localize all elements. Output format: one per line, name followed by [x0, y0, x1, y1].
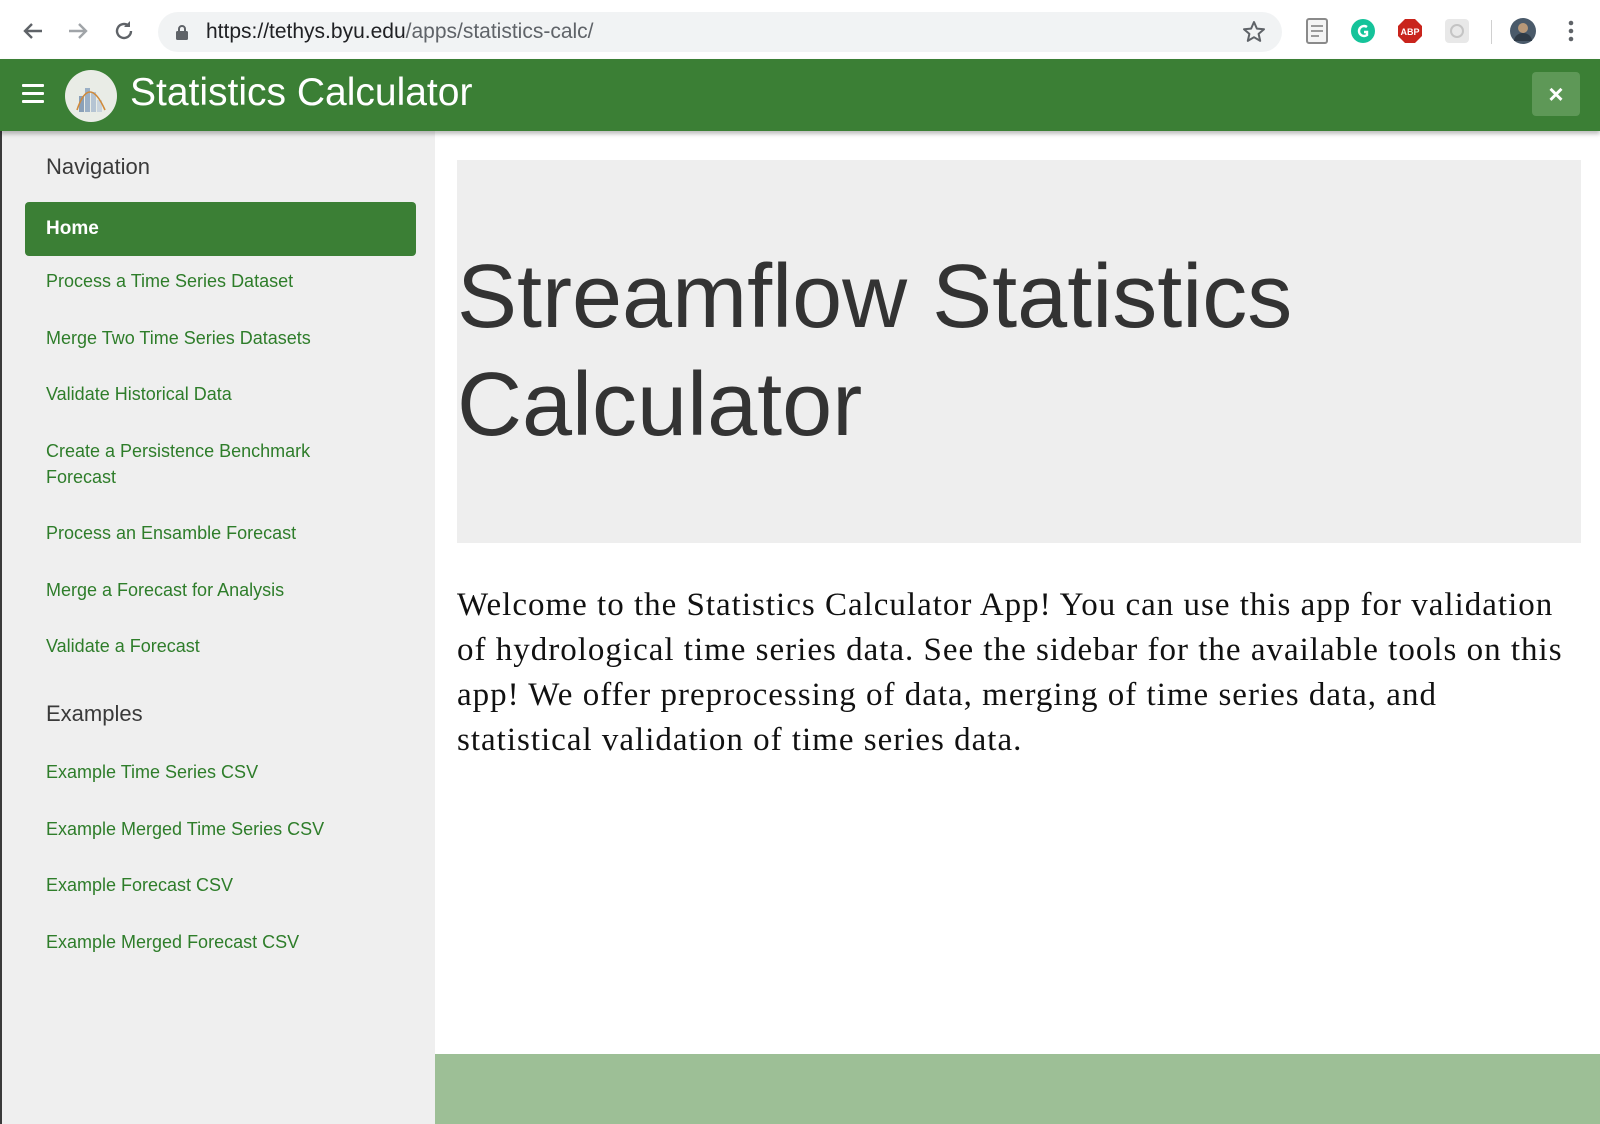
example-forecast-link[interactable]: Example Forecast CSV — [46, 872, 376, 898]
hamburger-menu-icon[interactable] — [22, 84, 44, 106]
bookmark-star-icon[interactable] — [1242, 20, 1266, 49]
sidebar-item-validate-forecast[interactable]: Validate a Forecast — [46, 633, 376, 659]
back-icon[interactable] — [20, 18, 46, 44]
jumbotron: Streamflow Statistics Calculator — [457, 160, 1581, 543]
examples-heading: Examples — [46, 701, 143, 726]
url-path: /apps/statistics-calc/ — [405, 20, 594, 43]
svg-text:ABP: ABP — [1400, 27, 1419, 37]
sidebar-item-validate-historical[interactable]: Validate Historical Data — [46, 381, 376, 407]
extension-icon[interactable] — [1443, 17, 1471, 45]
sidebar-item-home[interactable]: Home — [25, 202, 416, 256]
sidebar-item-process-time-series[interactable]: Process a Time Series Dataset — [46, 268, 376, 294]
page-title: Streamflow Statistics Calculator — [457, 247, 1293, 455]
example-merged-time-series-link[interactable]: Example Merged Time Series CSV — [46, 816, 376, 842]
sidebar-item-process-ensamble[interactable]: Process an Ensamble Forecast — [46, 520, 376, 546]
forward-icon[interactable] — [65, 18, 91, 44]
welcome-text: Welcome to the Statistics Calculator App… — [457, 587, 1563, 758]
app-header: Statistics Calculator × — [0, 59, 1600, 131]
example-time-series-link[interactable]: Example Time Series CSV — [46, 759, 376, 785]
address-bar[interactable]: https://tethys.byu.edu/apps/statistics-c… — [158, 12, 1282, 52]
profile-avatar[interactable] — [1509, 17, 1537, 45]
footer-band — [435, 1054, 1600, 1124]
more-menu-icon[interactable] — [1557, 17, 1585, 45]
toolbar-divider — [1491, 20, 1492, 44]
example-merged-forecast-link[interactable]: Example Merged Forecast CSV — [46, 929, 376, 955]
sidebar-item-merge-forecast[interactable]: Merge a Forecast for Analysis — [46, 577, 376, 603]
sidebar-item-persistence-benchmark[interactable]: Create a Persistence Benchmark Forecast — [46, 438, 336, 490]
url-text: https://tethys.byu.edu/apps/statistics-c… — [206, 20, 594, 44]
sidebar-item-merge-time-series[interactable]: Merge Two Time Series Datasets — [46, 325, 376, 351]
main-content: Streamflow Statistics Calculator Welcome… — [435, 131, 1600, 1124]
close-app-button[interactable]: × — [1532, 72, 1580, 116]
app-title[interactable]: Statistics Calculator — [130, 71, 472, 115]
adblock-icon[interactable]: ABP — [1396, 17, 1424, 45]
grammarly-icon[interactable] — [1349, 17, 1377, 45]
sidebar: Navigation Home Process a Time Series Da… — [0, 131, 435, 1124]
navigation-heading: Navigation — [46, 154, 150, 179]
document-icon[interactable] — [1303, 17, 1331, 45]
lock-icon — [176, 25, 188, 45]
app-logo — [65, 70, 117, 122]
reload-icon[interactable] — [111, 18, 137, 44]
url-host: https://tethys.byu.edu — [206, 20, 406, 43]
browser-toolbar: https://tethys.byu.edu/apps/statistics-c… — [0, 0, 1600, 60]
